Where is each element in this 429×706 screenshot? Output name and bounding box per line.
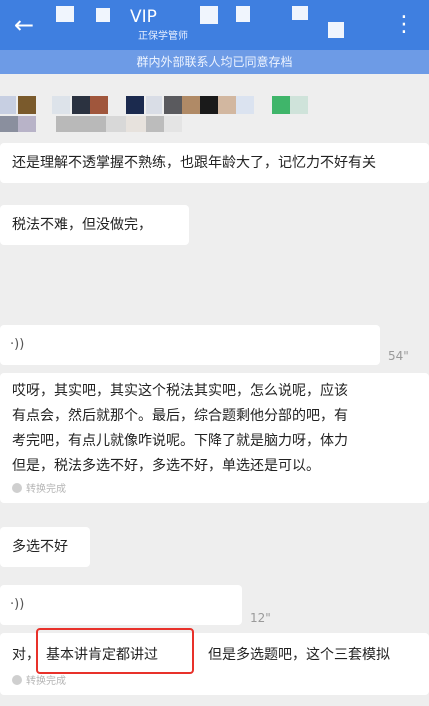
redacted-block (200, 6, 218, 24)
voice-message[interactable]: ·)) (0, 585, 242, 625)
chat-title: VIP (130, 7, 157, 27)
message-text-line: 哎呀，其实吧，其实这个税法其实吧，怎么说呢，应该 (12, 383, 348, 399)
chat-subtitle: 正保学管师 (138, 31, 188, 42)
voice-wave-icon: ·)) (10, 597, 25, 612)
red-highlight-box (36, 628, 194, 674)
voice-duration: 12" (250, 611, 271, 625)
voice-message[interactable]: ·)) (0, 325, 380, 365)
back-button[interactable]: ← (6, 8, 42, 42)
redacted-block (96, 8, 110, 22)
voice-duration: 54" (388, 349, 409, 363)
transcription-bubble[interactable]: 哎呀，其实吧，其实这个税法其实吧，怎么说呢，应该 有点会，然后就那个。最后，综合… (0, 373, 429, 503)
message-text-line: 但是，税法多选不好，多选不好，单选还是可以。 (12, 458, 320, 474)
archive-notice: 群内外部联系人均已同意存档 (0, 50, 429, 74)
message-bubble[interactable]: 还是理解不透掌握不熟练，也跟年龄大了，记忆力不好有关 (0, 143, 429, 183)
message-text: 还是理解不透掌握不熟练，也跟年龄大了，记忆力不好有关 (12, 155, 376, 171)
message-text-line: 考完吧，有点儿就像咋说呢。下降了就是脑力呀，体力 (12, 433, 348, 449)
conversion-status: 转换完成 (12, 483, 66, 497)
more-vertical-icon: ⋮ (393, 12, 415, 37)
arrow-left-icon: ← (13, 11, 35, 39)
redacted-block (292, 6, 308, 20)
redacted-block (56, 6, 74, 22)
message-text-line: 有点会，然后就那个。最后，综合题剩他分部的吧，有 (12, 408, 348, 424)
check-icon (12, 675, 22, 685)
message-text-suffix: 但是多选题吧，这个三套模拟 (208, 647, 390, 663)
redacted-block (236, 6, 250, 22)
message-text: 多选不好 (12, 539, 68, 555)
message-text: 税法不难，但没做完， (12, 217, 152, 233)
message-bubble[interactable]: 多选不好 (0, 527, 90, 567)
conversion-status: 转换完成 (12, 675, 66, 689)
check-icon (12, 483, 22, 493)
voice-wave-icon: ·)) (10, 337, 25, 352)
chat-header: ← VIP 正保学管师 ⋮ (0, 0, 429, 50)
message-bubble[interactable]: 税法不难，但没做完， (0, 205, 189, 245)
more-button[interactable]: ⋮ (389, 8, 419, 42)
